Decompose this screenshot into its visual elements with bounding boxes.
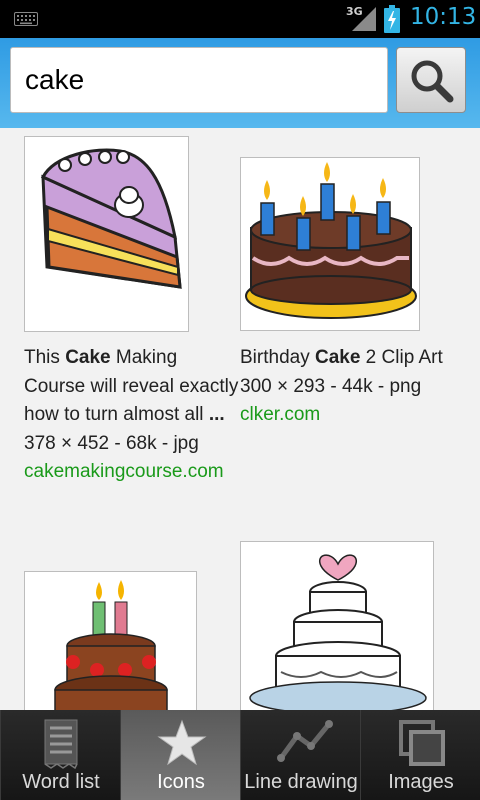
result-title: Birthday Cake 2 Clip Art [240,347,443,368]
line-drawing-icon [277,720,333,762]
result-caption[interactable]: This Cake Making Course will reveal exac… [24,344,239,487]
signal-icon [352,7,376,31]
bottom-tab-bar: Word list Icons Line drawing Images [0,710,480,800]
tab-label: Line drawing [244,771,358,793]
result-image[interactable] [24,136,189,332]
birthday-cake-candles-image [54,580,168,710]
result-image[interactable] [240,541,434,710]
tab-label: Word list [22,771,100,793]
tab-word-list[interactable]: Word list [0,710,120,800]
tab-images[interactable]: Images [360,710,480,800]
battery-charging-icon [384,5,400,33]
wedding-cake-image [249,554,427,710]
tab-label: Icons [157,771,205,793]
star-icon [157,719,207,766]
result-image[interactable] [240,157,420,331]
birthday-cake-image [245,162,417,319]
search-header: cake [0,38,480,128]
result-meta: 378 × 452 - 68k - jpg [24,432,199,454]
keyboard-icon [14,12,38,26]
result-image[interactable] [24,571,197,710]
result-meta: 300 × 293 - 44k - png [240,375,422,397]
images-icon [399,720,445,766]
tab-label: Images [388,771,454,793]
search-input[interactable]: cake [10,47,388,113]
cake-slice-image [40,148,182,289]
results-grid: This Cake Making Course will reveal exac… [0,128,480,710]
word-list-icon [44,719,78,770]
tab-icons[interactable]: Icons [120,710,240,800]
search-button[interactable] [396,47,466,113]
result-caption[interactable]: Birthday Cake 2 Clip Art 300 × 293 - 44k… [240,344,470,430]
result-title: This Cake Making Course will reveal exac… [24,347,239,425]
clock: 10:13 [410,4,477,30]
result-domain-link[interactable]: cakemakingcourse.com [24,458,239,487]
search-icon [411,60,454,103]
tab-line-drawing[interactable]: Line drawing [240,710,360,800]
status-bar: 3G 10:13 [0,0,480,38]
result-domain-link[interactable]: clker.com [240,401,470,430]
